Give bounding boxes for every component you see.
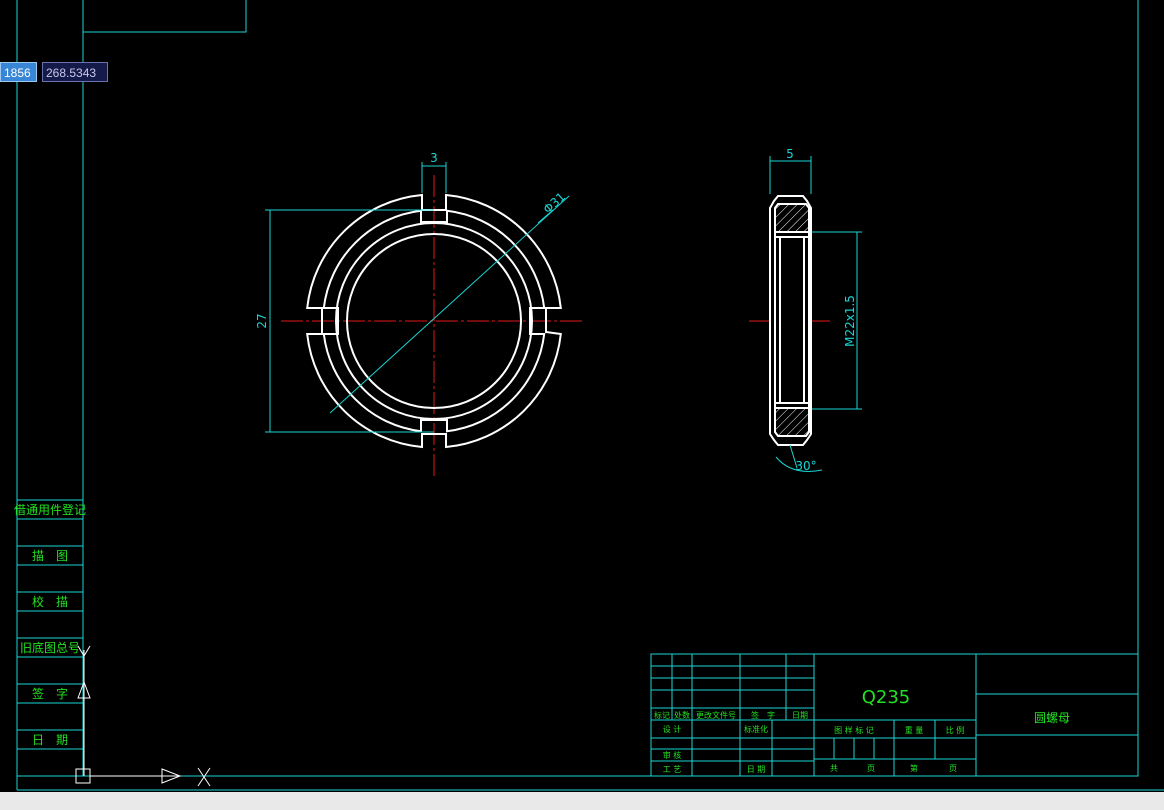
sheet-number-unit: 页 xyxy=(949,764,957,773)
side-view-nut xyxy=(769,195,812,446)
dim-thickness: 5 xyxy=(786,147,794,161)
row-standard: 标准化 xyxy=(744,724,768,734)
side-label-sign: 签 字 xyxy=(32,686,68,701)
side-label-borrow: 借通用件登记 xyxy=(14,502,86,517)
title-part-name: 圆螺母 xyxy=(1034,711,1070,725)
dim-chamfer-angle: 30° xyxy=(795,459,816,473)
cursor-y-input[interactable]: 268.5343 xyxy=(42,62,108,82)
hdr-count: 处数 xyxy=(674,710,690,720)
front-view-centerlines xyxy=(281,175,583,478)
hdr-mark: 标记 xyxy=(654,710,670,720)
drawing-frame xyxy=(16,0,1164,791)
front-view-dimensions xyxy=(265,162,570,433)
stage-weight: 重 量 xyxy=(905,725,924,735)
row-process: 工 艺 xyxy=(663,765,682,774)
side-label-old-no: 旧底图总号 xyxy=(20,640,80,655)
dim-height: 27 xyxy=(255,313,269,328)
cursor-x-input[interactable]: 1856 xyxy=(0,62,37,82)
row-process-date: 日 期 xyxy=(747,765,766,774)
side-label-check: 校 描 xyxy=(32,594,68,609)
side-strip xyxy=(17,499,83,750)
hdr-doc: 更改文件号 xyxy=(696,710,736,720)
drawing-canvas[interactable]: 借通用件登记 描 图 校 描 旧底图总号 签 字 日 期 3 27 Φ31 5 … xyxy=(0,0,1164,810)
ucs-icon xyxy=(75,645,211,787)
row-review: 审 核 xyxy=(663,750,682,760)
dim-outer-diameter: Φ31 xyxy=(540,190,568,217)
side-label-trace: 描 图 xyxy=(32,549,68,563)
title-material: Q235 xyxy=(862,687,911,708)
sheet-total: 共 xyxy=(830,764,838,773)
side-strip-labels: 借通用件登记 描 图 校 描 旧底图总号 签 字 日 期 xyxy=(14,502,86,747)
stage-scale: 比 例 xyxy=(946,725,965,735)
sheet-number: 第 xyxy=(910,763,918,773)
status-bar xyxy=(0,792,1164,810)
row-design: 设 计 xyxy=(663,724,682,734)
dim-slot-width: 3 xyxy=(430,151,438,165)
sheet-total-unit: 页 xyxy=(867,764,875,773)
hdr-date: 日期 xyxy=(792,711,808,720)
side-label-date: 日 期 xyxy=(32,733,68,747)
hdr-sign: 签 字 xyxy=(751,710,775,720)
dim-thread: M22x1.5 xyxy=(843,295,857,347)
stage-mark: 图 样 标 记 xyxy=(834,725,874,735)
